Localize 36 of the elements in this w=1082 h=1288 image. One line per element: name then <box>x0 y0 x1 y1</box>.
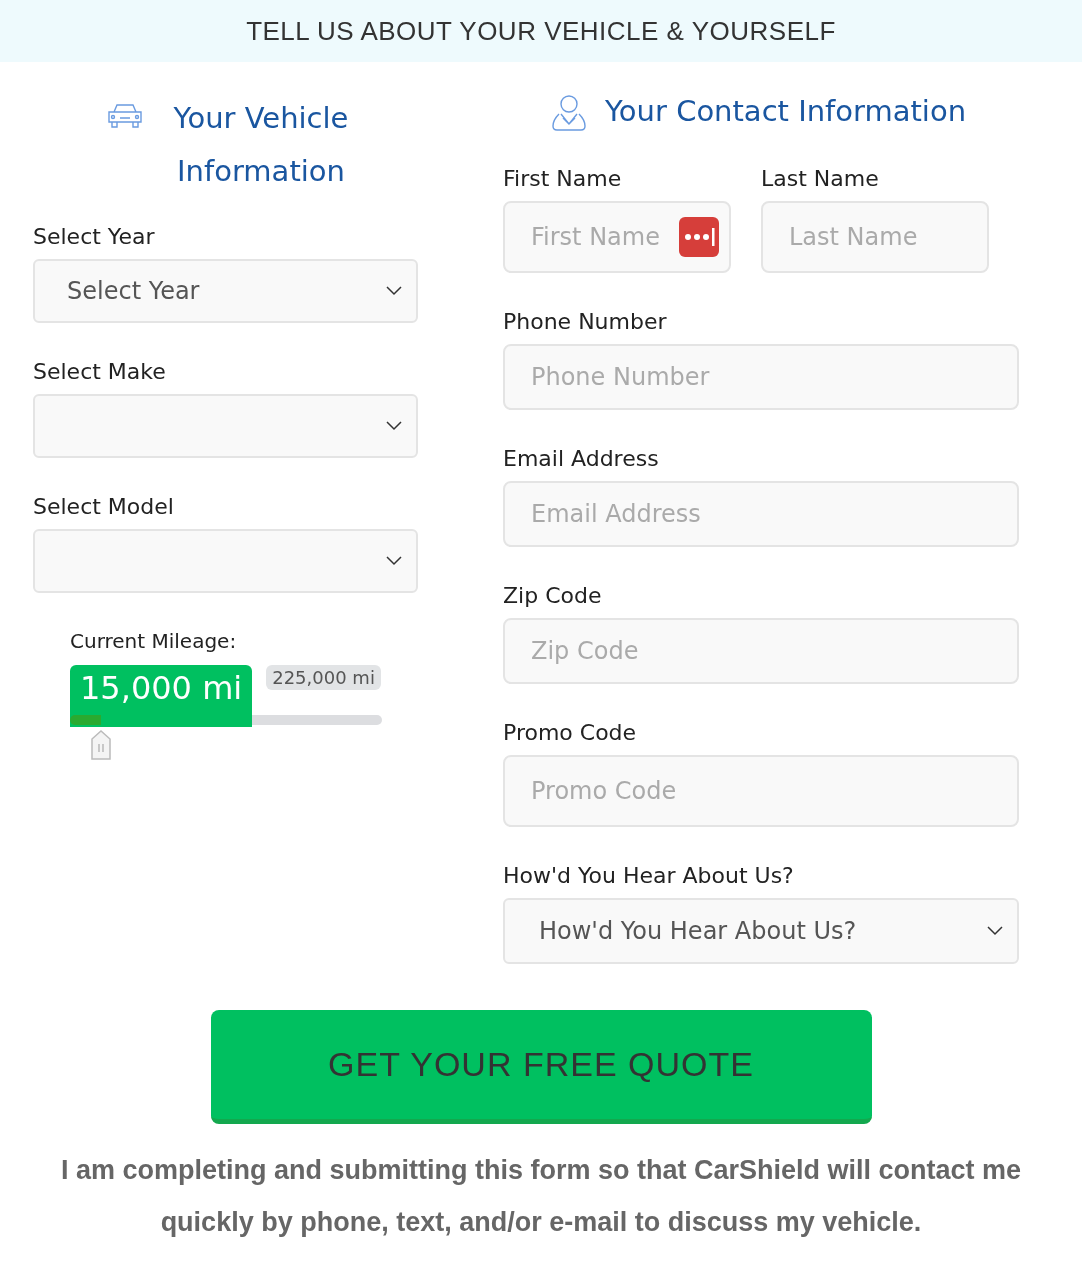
dropdown[interactable]: Select Year <box>33 259 418 323</box>
field-label: Select Model <box>33 494 175 519</box>
section-heading: Your Vehicle Information <box>172 100 350 190</box>
chevron-down-icon <box>987 926 1003 936</box>
input-field[interactable]: Email Address <box>503 481 1019 547</box>
field-label: How'd You Hear About Us? <box>503 863 795 888</box>
input-field[interactable]: First Name <box>503 201 731 273</box>
field-label: First Name <box>503 166 623 191</box>
dropdown[interactable]: How'd You Hear About Us? <box>503 898 1019 964</box>
field-label: Promo Code <box>503 720 638 745</box>
field-label: Phone Number <box>503 309 668 334</box>
slider-handle[interactable] <box>90 729 113 761</box>
field-label: Select Make <box>33 359 167 384</box>
field-label: Zip Code <box>503 583 603 608</box>
dropdown[interactable] <box>33 394 418 458</box>
field-label: Last Name <box>761 166 880 191</box>
input-field[interactable]: Zip Code <box>503 618 1019 684</box>
input-field[interactable]: Promo Code <box>503 755 1019 827</box>
disclaimer-text: I am completing and submitting this form so that CarShield will contact me quickly by phone, text, and/or e-mail to discuss my vehicle. <box>59 1154 1023 1239</box>
person-icon <box>551 94 587 132</box>
password-manager-icon[interactable] <box>679 217 719 257</box>
field-label: Select Year <box>33 224 156 249</box>
field-label: Current Mileage: <box>70 629 238 653</box>
chevron-down-icon <box>386 556 402 566</box>
value-tooltip: 15,000 mi <box>70 665 253 727</box>
input-field[interactable]: Last Name <box>761 201 989 273</box>
chevron-down-icon <box>386 421 402 431</box>
field-label: Email Address <box>503 446 660 471</box>
submit-button[interactable]: GET YOUR FREE QUOTE <box>210 1010 872 1124</box>
chevron-down-icon <box>386 286 402 296</box>
input-field[interactable]: Phone Number <box>503 344 1019 410</box>
banner-title: TELL US ABOUT YOUR VEHICLE & YOURSELF <box>0 0 1082 62</box>
section-heading: Your Contact Information <box>605 94 967 128</box>
dropdown[interactable] <box>33 529 418 593</box>
car-icon <box>105 102 145 130</box>
max-value-label: 225,000 mi <box>266 665 381 690</box>
